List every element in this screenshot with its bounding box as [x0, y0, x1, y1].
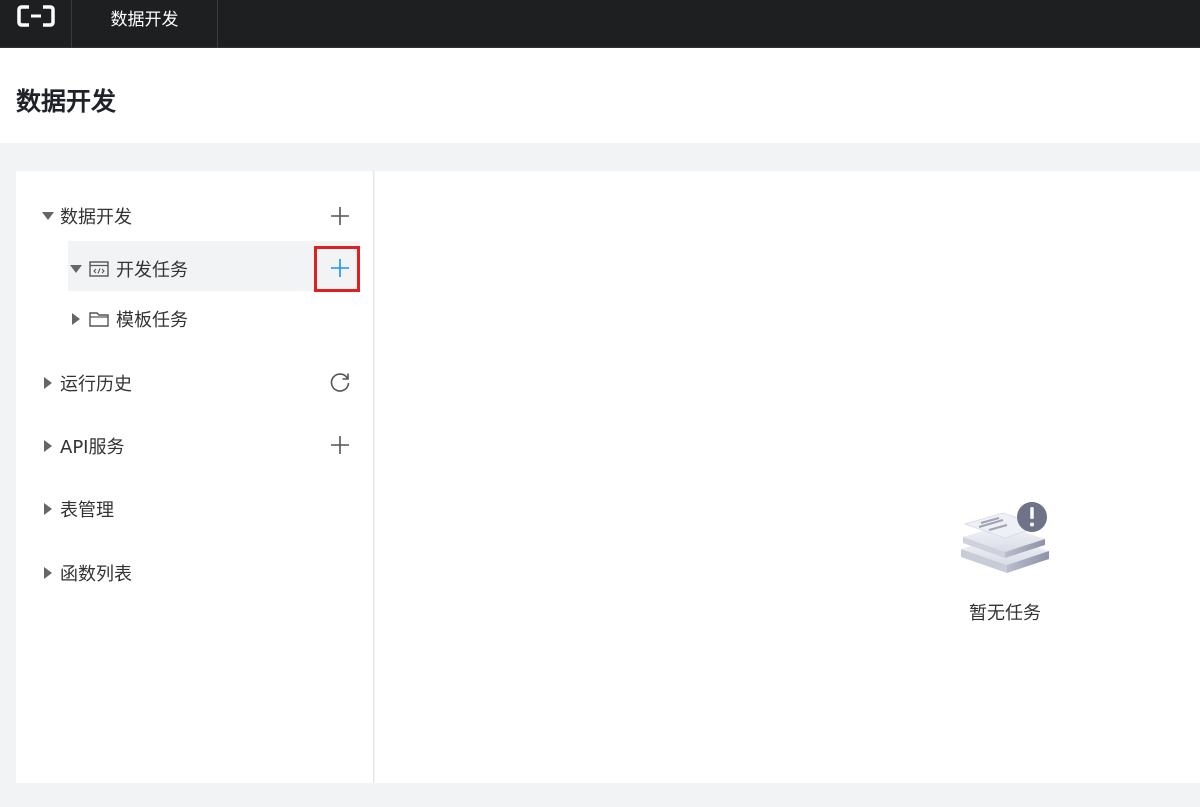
tree-item-label: 模板任务 [116, 310, 188, 331]
top-navigation-bar: 数据开发 [0, 0, 1200, 48]
refresh-icon [330, 373, 350, 392]
empty-state: 暂无任务 [955, 497, 1055, 625]
caret-right-icon[interactable] [40, 440, 56, 452]
empty-state-text: 暂无任务 [969, 603, 1041, 624]
tree-item-template-task[interactable]: 模板任务 [68, 305, 188, 333]
main-content: 暂无任务 [375, 171, 1200, 783]
page-title: 数据开发 [16, 87, 117, 116]
tree-group-label: 数据开发 [60, 207, 132, 228]
folder-icon [88, 309, 110, 329]
product-title[interactable]: 数据开发 [72, 0, 218, 48]
tree-group-data-dev[interactable]: 数据开发 [40, 202, 132, 230]
refresh-button[interactable] [325, 367, 355, 397]
tree-group-run-history[interactable]: 运行历史 [40, 369, 132, 397]
add-task-button[interactable] [325, 253, 355, 283]
add-button[interactable] [325, 201, 355, 231]
tree-group-function-list[interactable]: 函数列表 [40, 559, 132, 587]
caret-right-icon[interactable] [40, 567, 56, 579]
plus-icon [331, 259, 349, 277]
tree-group-label: API服务 [60, 437, 125, 458]
tree-item-label: 开发任务 [116, 260, 188, 281]
caret-down-icon[interactable] [40, 211, 56, 221]
add-api-button[interactable] [325, 430, 355, 460]
alibaba-cloud-logo-icon[interactable] [0, 0, 72, 48]
sidebar-tree: 数据开发 开发任务 模板任务 运行历史 API服务 表管理 函数列表 [16, 171, 374, 783]
plus-icon [331, 207, 349, 225]
code-window-icon [88, 259, 110, 279]
tree-item-dev-task[interactable]: 开发任务 [68, 255, 188, 283]
caret-down-icon[interactable] [68, 264, 84, 274]
caret-right-icon[interactable] [40, 503, 56, 515]
tree-group-label: 表管理 [60, 500, 114, 521]
tree-group-label: 运行历史 [60, 374, 132, 395]
tree-group-table-management[interactable]: 表管理 [40, 495, 114, 523]
tree-group-api-service[interactable]: API服务 [40, 432, 124, 460]
caret-right-icon[interactable] [40, 377, 56, 389]
page-header: 数据开发 [0, 48, 1200, 143]
plus-icon [331, 436, 349, 454]
caret-right-icon[interactable] [68, 313, 84, 325]
tree-group-label: 函数列表 [60, 564, 132, 585]
empty-task-icon [961, 502, 1049, 573]
